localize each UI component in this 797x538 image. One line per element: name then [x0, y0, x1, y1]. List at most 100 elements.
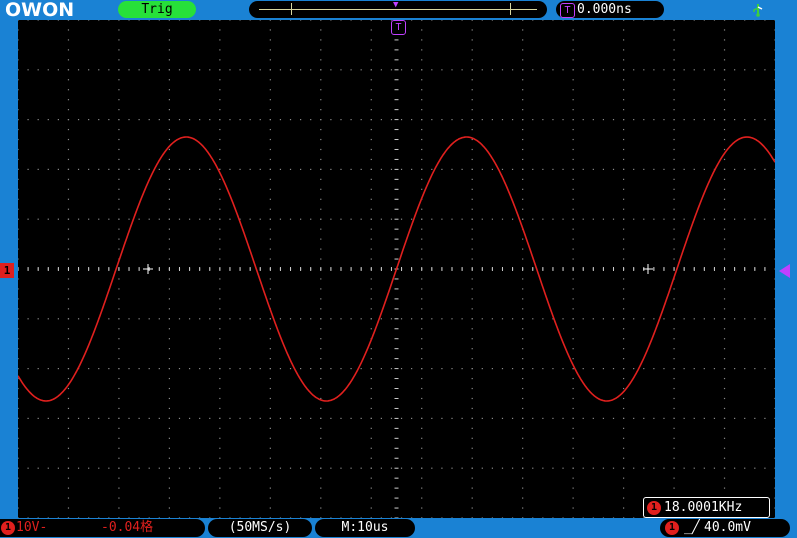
horizontal-position-bar[interactable]: ▼ — [249, 0, 547, 18]
grid-dot — [623, 427, 625, 429]
grid-dot — [269, 128, 271, 131]
grid-dot — [128, 417, 130, 419]
grid-dot — [370, 397, 372, 400]
grid-dot — [67, 89, 70, 91]
grid-dot — [653, 467, 655, 469]
grid-dot — [774, 358, 775, 360]
grid-dot — [441, 368, 443, 370]
grid-dot — [199, 417, 201, 419]
trigger-position-marker[interactable]: T — [391, 20, 406, 35]
grid-dot — [673, 29, 675, 31]
timebase-readout[interactable]: M:10us — [315, 519, 415, 537]
grid-dot — [663, 467, 665, 469]
grid-dot — [421, 308, 423, 310]
grid-dot — [663, 318, 665, 320]
grid-dot — [451, 467, 453, 469]
grid-dot — [219, 109, 221, 111]
grid-dot — [18, 397, 19, 400]
waveform-display[interactable] — [18, 20, 775, 518]
trigger-delay-readout[interactable]: T 0.000ns — [556, 1, 664, 18]
grid-dot — [27, 218, 29, 220]
grid-dot — [118, 49, 120, 51]
grid-dot — [168, 138, 170, 141]
grid-dot — [623, 29, 625, 31]
grid-dot — [511, 20, 514, 21]
grid-dot — [673, 457, 675, 459]
trigger-status[interactable]: 1 _╱ 40.0mV — [660, 519, 790, 537]
grid-dot — [471, 377, 473, 380]
grid-dot — [431, 20, 433, 21]
grid-dot — [572, 198, 574, 200]
trigger-level-marker-icon[interactable] — [779, 264, 790, 278]
grid-dot — [774, 248, 775, 250]
channel-1-ground-marker[interactable]: 1 — [0, 263, 14, 278]
grid-dot — [249, 318, 251, 320]
grid-dot — [471, 59, 473, 61]
grid-dot — [461, 417, 463, 419]
grid-dot — [370, 278, 372, 280]
grid-dot — [269, 328, 271, 330]
grid-dot — [774, 59, 775, 61]
grid-dot — [67, 298, 70, 300]
grid-dot — [572, 487, 574, 489]
grid-dot — [643, 20, 645, 21]
grid-dot — [723, 218, 726, 220]
grid-dot — [67, 148, 70, 151]
grid-dot — [764, 20, 766, 21]
grid-dot — [653, 218, 655, 220]
grid-dot — [623, 377, 625, 380]
grid-dot — [289, 20, 292, 21]
grid-dot — [693, 417, 695, 419]
grid-dot — [67, 198, 70, 200]
grid-dot — [411, 119, 413, 121]
grid-dot — [411, 318, 413, 320]
channel-1-status[interactable]: 1 10V- -0.04格 — [0, 519, 205, 537]
grid-dot — [219, 128, 221, 131]
grid-dot — [623, 99, 625, 101]
grid-dot — [249, 218, 251, 220]
grid-dot — [713, 119, 716, 121]
grid-dot — [663, 168, 665, 170]
grid-dot — [108, 20, 110, 21]
grid-dot — [774, 138, 775, 141]
grid-dot — [320, 148, 322, 151]
grid-dot — [88, 368, 90, 370]
grid-dot — [602, 318, 605, 320]
grid-dot — [623, 387, 625, 390]
grid-dot — [673, 208, 675, 210]
grid-dot — [380, 168, 382, 170]
grid-dot — [370, 358, 372, 360]
grid-dot — [471, 308, 473, 310]
grid-dot — [623, 447, 625, 449]
grid-dot — [572, 49, 574, 51]
grid-dot — [693, 168, 695, 170]
grid-dot — [219, 228, 221, 230]
grid-dot — [320, 89, 322, 91]
grid-dot — [542, 467, 544, 469]
grid-dot — [249, 467, 251, 469]
grid-dot — [774, 49, 775, 51]
grid-dot — [572, 308, 574, 310]
grid-dot — [582, 318, 584, 320]
grid-dot — [592, 417, 594, 419]
grid-dot — [320, 467, 322, 469]
grid-dot — [522, 308, 524, 310]
grid-dot — [582, 20, 584, 21]
grid-dot — [522, 368, 524, 370]
grid-dot — [774, 228, 775, 230]
grid-dot — [88, 168, 90, 170]
grid-dot — [552, 168, 554, 170]
grid-dot — [98, 69, 100, 71]
grid-dot — [723, 29, 726, 31]
grid-dot — [289, 218, 292, 220]
grid-dot — [118, 198, 120, 200]
grid-dot — [370, 487, 372, 489]
grid-dot — [522, 138, 524, 141]
grid-dot — [320, 437, 322, 439]
grid-dot — [188, 168, 191, 170]
grid-dot — [249, 368, 251, 370]
grid-dot — [643, 368, 645, 370]
grid-dot — [300, 368, 302, 370]
grid-dot — [633, 467, 635, 469]
grid-dot — [188, 417, 191, 419]
